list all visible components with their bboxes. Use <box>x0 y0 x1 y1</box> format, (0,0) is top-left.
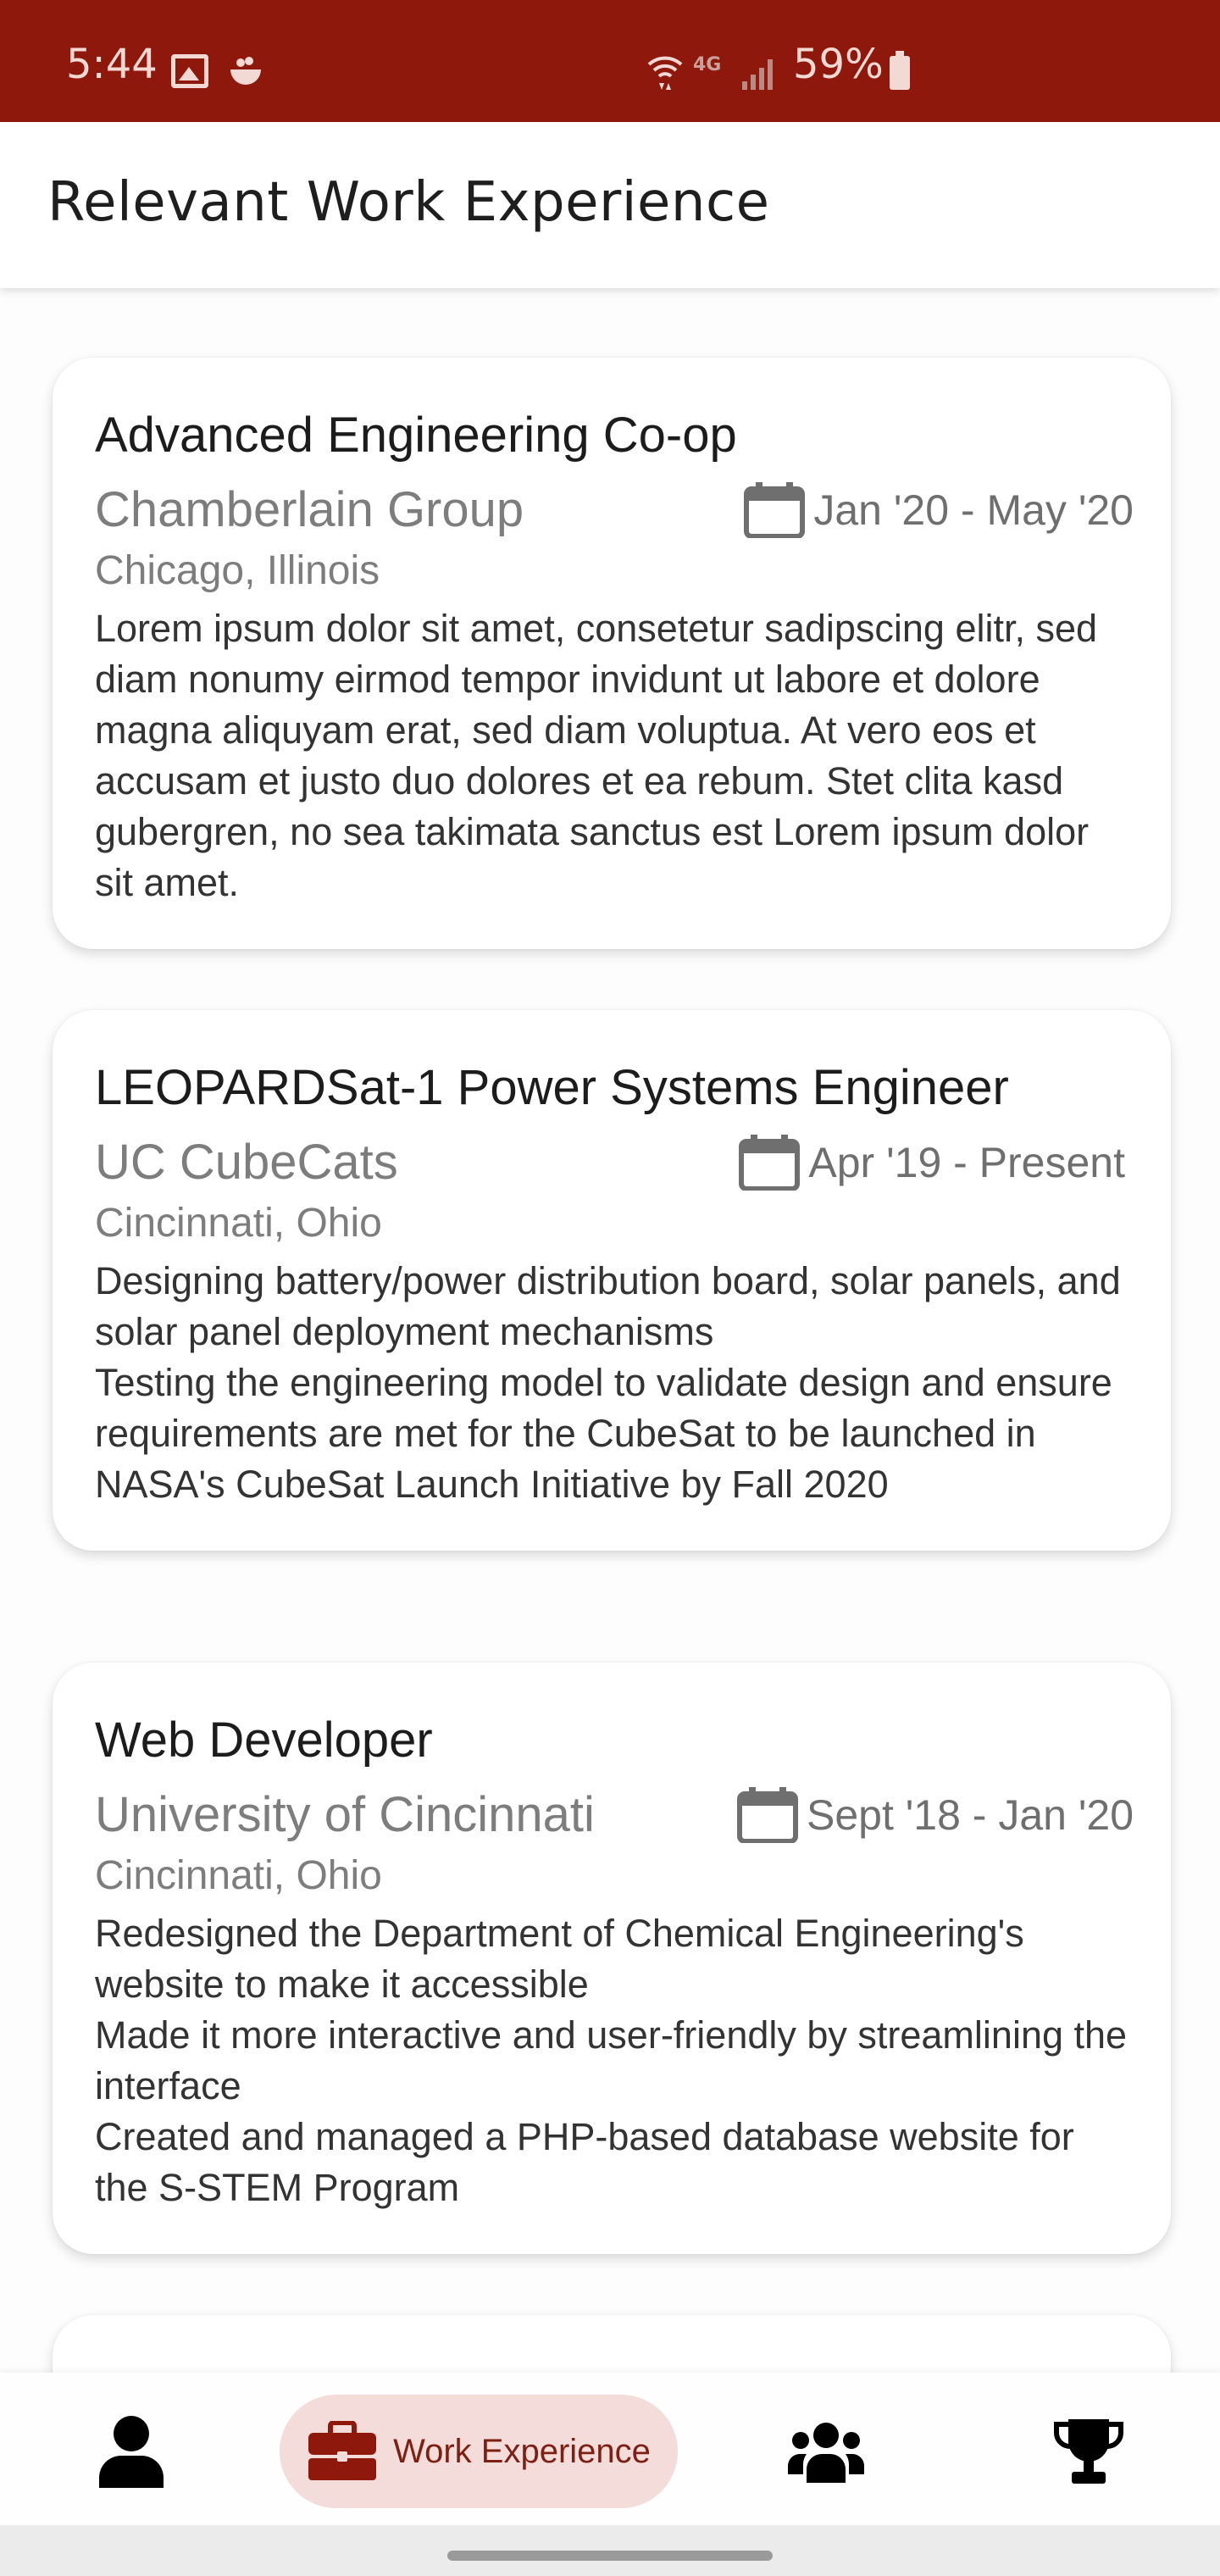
job-title: Web Developer <box>95 1713 433 1768</box>
network-type: 4G <box>693 54 722 75</box>
status-bar: 5:44 4G 59% <box>0 0 1220 122</box>
date-range: Sept '18 - Jan '20 <box>736 1779 1134 1851</box>
calendar-icon <box>736 1787 798 1843</box>
company-name: UC CubeCats <box>95 1135 398 1190</box>
job-title: LEOPARDSat-1 Power Systems Engineer <box>95 1060 1009 1115</box>
experience-card[interactable]: Advanced Engineering Co-op Chamberlain G… <box>53 358 1171 949</box>
experience-card[interactable] <box>53 2315 1171 2373</box>
job-description: Redesigned the Department of Chemical En… <box>95 1912 1128 2209</box>
calendar-icon <box>744 482 806 538</box>
job-location: Cincinnati, Ohio <box>95 1201 382 1246</box>
nav-work-experience[interactable]: Work Experience <box>280 2395 678 2508</box>
company-name: University of Cincinnati <box>95 1787 595 1842</box>
company-name: Chamberlain Group <box>95 482 524 537</box>
home-gesture-bar[interactable] <box>447 2551 773 2561</box>
date-range: Jan '20 - May '20 <box>744 475 1134 546</box>
trophy-icon <box>1054 2419 1123 2484</box>
battery-icon <box>890 51 910 90</box>
page-title: Relevant Work Experience <box>47 171 770 234</box>
battery-percent: 59% <box>793 41 884 88</box>
status-time: 5:44 <box>66 41 158 88</box>
system-gesture-area <box>0 2525 1220 2576</box>
bottom-navigation: Work Experience <box>0 2373 1220 2525</box>
job-location: Cincinnati, Ohio <box>95 1853 382 1898</box>
calendar-icon <box>739 1135 801 1191</box>
job-description: Lorem ipsum dolor sit amet, consetetur s… <box>95 607 1098 904</box>
nav-about[interactable] <box>85 2395 178 2508</box>
nav-organizations[interactable] <box>779 2395 873 2508</box>
job-description: Designing battery/power distribution boa… <box>95 1259 1121 1506</box>
experience-card[interactable]: Web Developer University of Cincinnati S… <box>53 1663 1171 2254</box>
date-range-text: Sept '18 - Jan '20 <box>806 1791 1134 1839</box>
date-range-text: Jan '20 - May '20 <box>813 486 1134 534</box>
nav-achievements[interactable] <box>1042 2395 1135 2508</box>
wifi-icon <box>647 56 683 90</box>
signal-icon <box>742 59 773 90</box>
job-title: Advanced Engineering Co-op <box>95 408 737 463</box>
group-icon <box>788 2423 864 2483</box>
chef-notification-icon <box>230 57 261 85</box>
briefcase-icon <box>308 2421 377 2480</box>
date-range-text: Apr '19 - Present <box>808 1139 1125 1186</box>
app-bar: Relevant Work Experience <box>0 122 1220 288</box>
experience-card[interactable]: LEOPARDSat-1 Power Systems Engineer UC C… <box>53 1010 1171 1551</box>
nav-work-experience-label: Work Experience <box>393 2432 651 2470</box>
person-icon <box>99 2416 164 2488</box>
experience-list[interactable]: Advanced Engineering Co-op Chamberlain G… <box>0 288 1220 2373</box>
job-location: Chicago, Illinois <box>95 548 380 593</box>
gallery-notification-icon <box>171 54 208 88</box>
date-range: Apr '19 - Present <box>739 1127 1125 1198</box>
